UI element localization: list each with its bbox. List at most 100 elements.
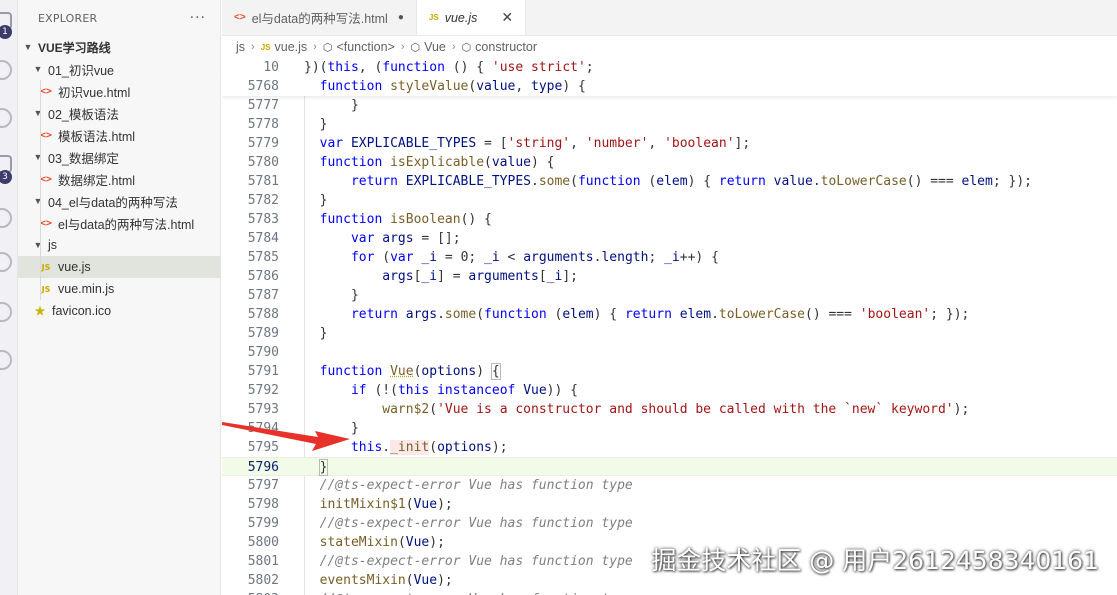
code-line[interactable]: 5781 return EXPLICABLE_TYPES.some(functi… <box>222 172 1117 191</box>
tree-folder[interactable]: ▼ 04_el与data的两种写法 <box>18 190 220 212</box>
code-line[interactable]: 5798 initMixin$1(Vue); <box>222 495 1117 514</box>
tree-item-label: 02_模板语法 <box>48 107 119 122</box>
line-number: 5783 <box>247 212 279 227</box>
code-line[interactable]: 5784 var args = []; <box>222 229 1117 248</box>
explorer-badge: 1 <box>0 25 12 39</box>
code-text: } <box>350 98 359 113</box>
code-line[interactable]: 5768 function styleValue(value, type) { <box>222 77 1117 96</box>
breadcrumb-item[interactable]: constructor <box>475 40 537 54</box>
breadcrumb-item[interactable]: js <box>236 40 245 54</box>
tree-item-label: el与data的两种写法.html <box>58 217 195 232</box>
code-line[interactable]: 5778 } <box>222 115 1117 134</box>
line-number: 5796 <box>247 460 279 475</box>
chevron-down-icon: ▼ <box>33 196 43 206</box>
run-debug-icon[interactable] <box>0 208 12 228</box>
breadcrumb-item[interactable]: vue.js <box>275 40 308 54</box>
breadcrumb-item[interactable]: Vue <box>424 40 446 54</box>
tree-folder[interactable]: ▼ 03_数据绑定 <box>18 146 220 168</box>
code-line[interactable]: 5780 function isExplicable(value) { <box>222 153 1117 172</box>
remote-icon[interactable] <box>0 252 12 272</box>
more-actions-icon[interactable]: ··· <box>190 10 206 26</box>
source-control-icon[interactable] <box>0 108 12 128</box>
explorer-header: EXPLORER ··· <box>18 0 220 36</box>
code-text: function isExplicable(value) { <box>319 155 555 170</box>
chevron-right-icon: › <box>451 41 456 53</box>
tab-vue-js[interactable]: JS vue.js ✕ <box>416 0 527 35</box>
line-number: 5784 <box>247 231 279 246</box>
code-line[interactable]: 5787 } <box>222 286 1117 305</box>
line-number: 5801 <box>247 554 279 569</box>
code-text: for (var _i = 0; _i < arguments.length; … <box>350 250 719 265</box>
tree-indent-guide <box>40 80 41 300</box>
code-text: var args = []; <box>350 231 461 246</box>
chevron-down-icon: ▼ <box>33 152 43 162</box>
line-number: 5799 <box>247 516 279 531</box>
line-number: 5791 <box>247 364 279 379</box>
tree-folder[interactable]: ▼ js <box>18 234 220 256</box>
code-line[interactable]: 5790 <box>222 343 1117 362</box>
code-line[interactable]: 5782 } <box>222 191 1117 210</box>
html-file-icon: <> <box>234 12 246 23</box>
code-line[interactable]: 5788 return args.some(function (elem) { … <box>222 305 1117 324</box>
code-text: return EXPLICABLE_TYPES.some(function (e… <box>350 174 1032 189</box>
testing-icon[interactable] <box>0 302 12 322</box>
code-line[interactable]: 5779 var EXPLICABLE_TYPES = ['string', '… <box>222 134 1117 153</box>
code-text: } <box>318 459 329 476</box>
breadcrumb: js › JS vue.js › ⬡ <function> › ⬡ Vue › … <box>222 36 1117 58</box>
tree-folder[interactable]: ▼ 01_初识vue <box>18 58 220 80</box>
code-text: eventsMixin(Vue); <box>319 573 453 588</box>
chevron-right-icon: › <box>400 41 405 53</box>
tree-file[interactable]: <> 模板语法.html <box>18 124 220 146</box>
tree-file[interactable]: ★ favicon.ico <box>18 300 220 322</box>
code-line[interactable]: 5783 function isBoolean() { <box>222 210 1117 229</box>
tab-label: vue.js <box>444 10 478 25</box>
code-line[interactable]: 5785 for (var _i = 0; _i < arguments.len… <box>222 248 1117 267</box>
tree-item-label: 01_初识vue <box>48 63 115 78</box>
code-line[interactable]: 5793 warn$2('Vue is a constructor and sh… <box>222 400 1117 419</box>
code-line[interactable]: 5777 } <box>222 96 1117 115</box>
code-text: } <box>319 117 328 132</box>
tree-file[interactable]: JS vue.min.js <box>18 278 220 300</box>
code-text: } <box>319 193 328 208</box>
code-line[interactable]: 5786 args[_i] = arguments[_i]; <box>222 267 1117 286</box>
tree-folder[interactable]: ▼ 02_模板语法 <box>18 102 220 124</box>
tree-file[interactable]: JS vue.js <box>18 256 220 278</box>
editor-area: <> el与data的两种写法.html ● JS vue.js ✕ js › … <box>222 0 1117 595</box>
code-line[interactable]: 5794 } <box>222 419 1117 438</box>
close-icon[interactable]: ✕ <box>501 9 513 26</box>
code-line[interactable]: 5799 //@ts-expect-error Vue has function… <box>222 514 1117 533</box>
tree-item-label: 03_数据绑定 <box>48 151 119 166</box>
tree-item-label: favicon.ico <box>52 304 112 318</box>
activity-bar: 1 3 <box>0 0 18 595</box>
line-number: 5768 <box>247 79 279 94</box>
tree-file[interactable]: <> el与data的两种写法.html <box>18 212 220 234</box>
code-line[interactable]: 10})(this, (function () { 'use strict'; <box>222 58 1117 77</box>
code-line[interactable]: 5803 //@ts-expect-error Vue has function… <box>222 590 1117 595</box>
workspace-root[interactable]: ▼ VUE学习路线 <box>18 36 220 58</box>
tree-file[interactable]: <> 数据绑定.html <box>18 168 220 190</box>
js-file-icon: JS <box>428 13 439 22</box>
breadcrumb-item[interactable]: <function> <box>336 40 394 54</box>
code-line[interactable]: 5791 function Vue(options) { <box>222 362 1117 381</box>
code-text: //@ts-expect-error Vue has function type <box>319 554 633 569</box>
code-text: //@ts-expect-error Vue has function type <box>304 590 633 595</box>
line-number: 5785 <box>247 250 279 265</box>
tab-el-data-html[interactable]: <> el与data的两种写法.html ● <box>222 0 417 35</box>
account-icon[interactable] <box>0 350 12 370</box>
chevron-down-icon: ▼ <box>33 240 43 250</box>
code-text: } <box>319 326 328 341</box>
code-editor[interactable]: 10})(this, (function () { 'use strict'; 5… <box>222 58 1117 595</box>
code-line[interactable]: 5795 this._init(options); <box>222 438 1117 457</box>
line-number: 5787 <box>247 288 279 303</box>
code-line[interactable]: 5797 //@ts-expect-error Vue has function… <box>222 476 1117 495</box>
line-number: 5793 <box>247 402 279 417</box>
line-number: 5788 <box>247 307 279 322</box>
explorer-title: EXPLORER <box>38 11 98 25</box>
code-line[interactable]: 5792 if (!(this instanceof Vue)) { <box>222 381 1117 400</box>
code-line[interactable]: 5789 } <box>222 324 1117 343</box>
code-line[interactable]: 5796 } <box>222 457 1117 476</box>
unsaved-dot-icon[interactable]: ● <box>398 12 404 23</box>
tree-file[interactable]: <> 初识vue.html <box>18 80 220 102</box>
search-icon[interactable] <box>0 60 12 80</box>
code-text: //@ts-expect-error Vue has function type <box>319 516 633 531</box>
